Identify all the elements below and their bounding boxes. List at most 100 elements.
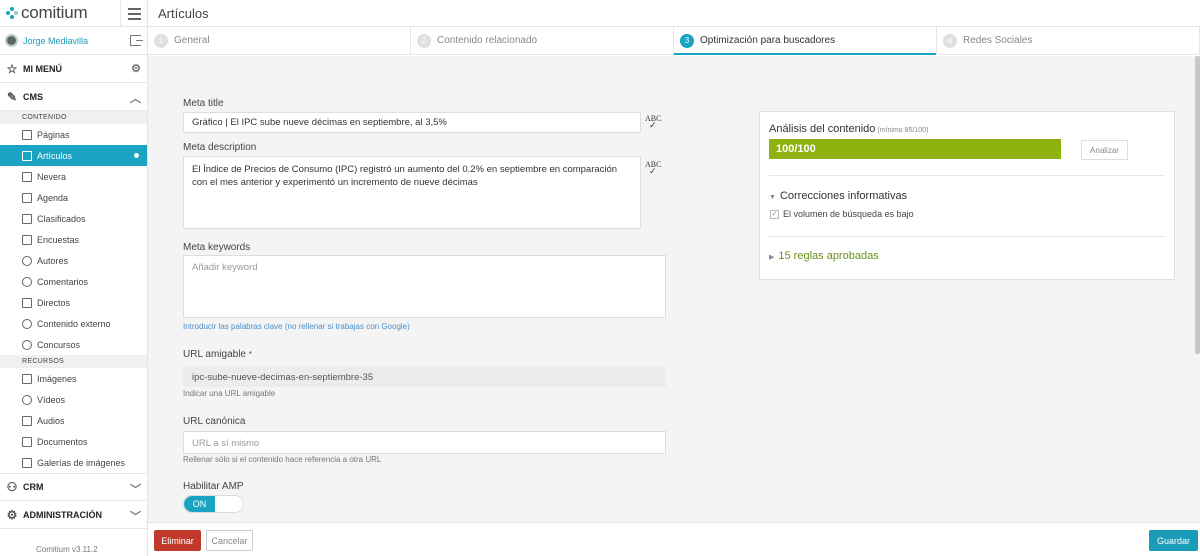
sidebar-item-agenda[interactable]: Agenda	[0, 187, 147, 208]
footer-actions: Eliminar Cancelar Guardar	[148, 522, 1200, 556]
version: Comitium v3.11.2	[36, 545, 98, 554]
corrections-toggle[interactable]: ▼ Correcciones informativas	[769, 190, 907, 202]
sidebar-item-clasificados[interactable]: Clasificados	[0, 208, 147, 229]
image-icon	[22, 373, 32, 384]
cancel-button[interactable]: Cancelar	[206, 530, 253, 551]
analyze-button[interactable]: Analizar	[1081, 140, 1128, 160]
sidebar-item-videos[interactable]: Vídeos	[0, 389, 147, 410]
check-icon: ✓	[770, 209, 779, 219]
amp-toggle[interactable]: ON	[183, 495, 244, 513]
target-icon	[22, 339, 32, 350]
sidebar-item-label: Contenido externo	[37, 318, 111, 329]
sidebar-item-autores[interactable]: Autores	[0, 250, 147, 271]
sidebar-item-nevera[interactable]: Nevera	[0, 166, 147, 187]
sidebar-cms[interactable]: ✎ CMS ︿	[0, 83, 147, 111]
step-number: 4	[943, 33, 957, 48]
sidebar-item-label: Concursos	[37, 339, 81, 350]
meta-keywords-input[interactable]: Añadir keyword	[183, 255, 666, 318]
sidebar: comitium Jorge Mediavilla ☆ MI MENÚ ⚙ ✎ …	[0, 0, 148, 556]
caret-right-icon: ▶	[769, 254, 775, 261]
corrections-title: Correcciones informativas	[779, 190, 908, 202]
sidebar-item-concursos[interactable]: Concursos	[0, 334, 147, 355]
spellcheck-icon[interactable]: ABC	[645, 160, 661, 177]
canonical-url-help: Rellenar sólo si el contenido hace refer…	[183, 455, 382, 464]
chevron-down-icon[interactable]: ﹀	[130, 508, 141, 524]
sidebar-my-menu[interactable]: ☆ MI MENÚ ⚙	[0, 55, 147, 83]
live-icon	[22, 297, 32, 308]
logo-text: comitium	[21, 3, 88, 22]
play-icon	[22, 394, 32, 405]
main-content: Meta title Gráfico | El IPC sube nueve d…	[148, 56, 1200, 522]
divider	[769, 175, 1165, 176]
sidebar-admin-label: ADMINISTRACIÓN	[23, 509, 102, 520]
active-dot	[134, 153, 139, 158]
sidebar-item-comentarios[interactable]: Comentarios	[0, 271, 147, 292]
chevron-down-icon[interactable]: ﹀	[130, 481, 141, 497]
tab-contenido-relacionado[interactable]: 2 Contenido relacionado	[411, 27, 674, 54]
logo[interactable]: comitium	[0, 0, 147, 27]
section-label-resources: RECURSOS	[0, 355, 147, 368]
spellcheck-icon[interactable]: ABC	[645, 114, 661, 131]
scrollbar[interactable]	[1195, 56, 1200, 354]
url-label-text: URL amigable	[183, 349, 246, 360]
globe-icon	[22, 318, 32, 329]
user-name[interactable]: Jorge Mediavilla	[23, 36, 88, 46]
sidebar-cms-label: CMS	[23, 91, 43, 102]
fridge-icon	[22, 171, 32, 182]
sidebar-item-label: Agenda	[37, 192, 69, 203]
topbar: Artículos	[148, 0, 1200, 27]
document-icon	[22, 436, 32, 447]
approved-rules-toggle[interactable]: ▶ 15 reglas aprobadas	[769, 250, 879, 262]
meta-keywords-help: Introducir las palabras clave (no rellen…	[183, 322, 410, 331]
sidebar-item-directos[interactable]: Directos	[0, 292, 147, 313]
meta-title-input[interactable]: Gráfico | El IPC sube nueve décimas en s…	[183, 112, 641, 133]
url-input[interactable]: ipc-sube-nueve-decimas-en-septiembre-35	[183, 366, 666, 387]
sidebar-item-imagenes[interactable]: Imágenes	[0, 368, 147, 389]
step-label: Contenido relacionado	[437, 35, 538, 46]
gears-icon: ⚙	[6, 507, 18, 522]
comitium-logo-icon	[6, 7, 18, 19]
sidebar-item-galerias[interactable]: Galerías de imágenes	[0, 452, 147, 473]
meta-description-textarea[interactable]: El Índice de Precios de Consumo (IPC) re…	[183, 156, 641, 229]
sidebar-item-label: Imágenes	[37, 373, 77, 384]
logout-icon[interactable]	[130, 35, 143, 46]
tab-general[interactable]: 1 General	[148, 27, 411, 54]
menu-toggle-icon[interactable]	[120, 0, 147, 27]
sidebar-crm-label: CRM	[23, 482, 44, 492]
caret-down-icon: ▼	[769, 194, 776, 201]
tab-optimizacion-buscadores[interactable]: 3 Optimización para buscadores	[674, 27, 937, 55]
person-icon	[22, 255, 32, 266]
crm-icon: ⚇	[6, 480, 18, 494]
comment-icon	[22, 276, 32, 287]
sidebar-item-encuestas[interactable]: Encuestas	[0, 229, 147, 250]
canonical-url-input[interactable]: URL a sí mismo	[183, 431, 666, 454]
sidebar-item-documentos[interactable]: Documentos	[0, 431, 147, 452]
amp-label: Habilitar AMP	[183, 481, 244, 492]
sidebar-item-contenido-externo[interactable]: Contenido externo	[0, 313, 147, 334]
chevron-up-icon[interactable]: ︿	[130, 90, 141, 106]
save-button[interactable]: Guardar	[1149, 530, 1198, 551]
step-number: 1	[154, 33, 168, 48]
required-mark: *	[248, 350, 252, 359]
sidebar-item-articulos[interactable]: Artículos	[0, 145, 147, 166]
star-icon: ☆	[6, 61, 18, 76]
canonical-url-label: URL canónica	[183, 416, 246, 427]
sidebar-item-audios[interactable]: Audios	[0, 410, 147, 431]
meta-keywords-label: Meta keywords	[183, 242, 251, 253]
sidebar-crm[interactable]: ⚇ CRM ﹀	[0, 473, 147, 501]
content-analysis-panel: Análisis del contenido (mínimo 85/100) 10…	[759, 111, 1175, 280]
meta-description-label: Meta description	[183, 142, 257, 153]
gear-icon[interactable]: ⚙	[131, 62, 141, 75]
poll-icon	[22, 234, 32, 245]
tab-redes-sociales[interactable]: 4 Redes Sociales	[937, 27, 1200, 54]
calendar-icon	[22, 192, 32, 203]
amp-toggle-on: ON	[184, 496, 215, 512]
url-label: URL amigable *	[183, 349, 252, 360]
sidebar-item-paginas[interactable]: Páginas	[0, 124, 147, 145]
sidebar-admin[interactable]: ⚙ ADMINISTRACIÓN ﹀	[0, 501, 147, 529]
delete-button[interactable]: Eliminar	[154, 530, 201, 551]
sidebar-item-label: Directos	[37, 297, 71, 308]
sidebar-item-label: Audios	[37, 415, 65, 426]
analysis-minimum: (mínimo 85/100)	[877, 127, 929, 134]
user-row[interactable]: Jorge Mediavilla	[0, 27, 147, 55]
